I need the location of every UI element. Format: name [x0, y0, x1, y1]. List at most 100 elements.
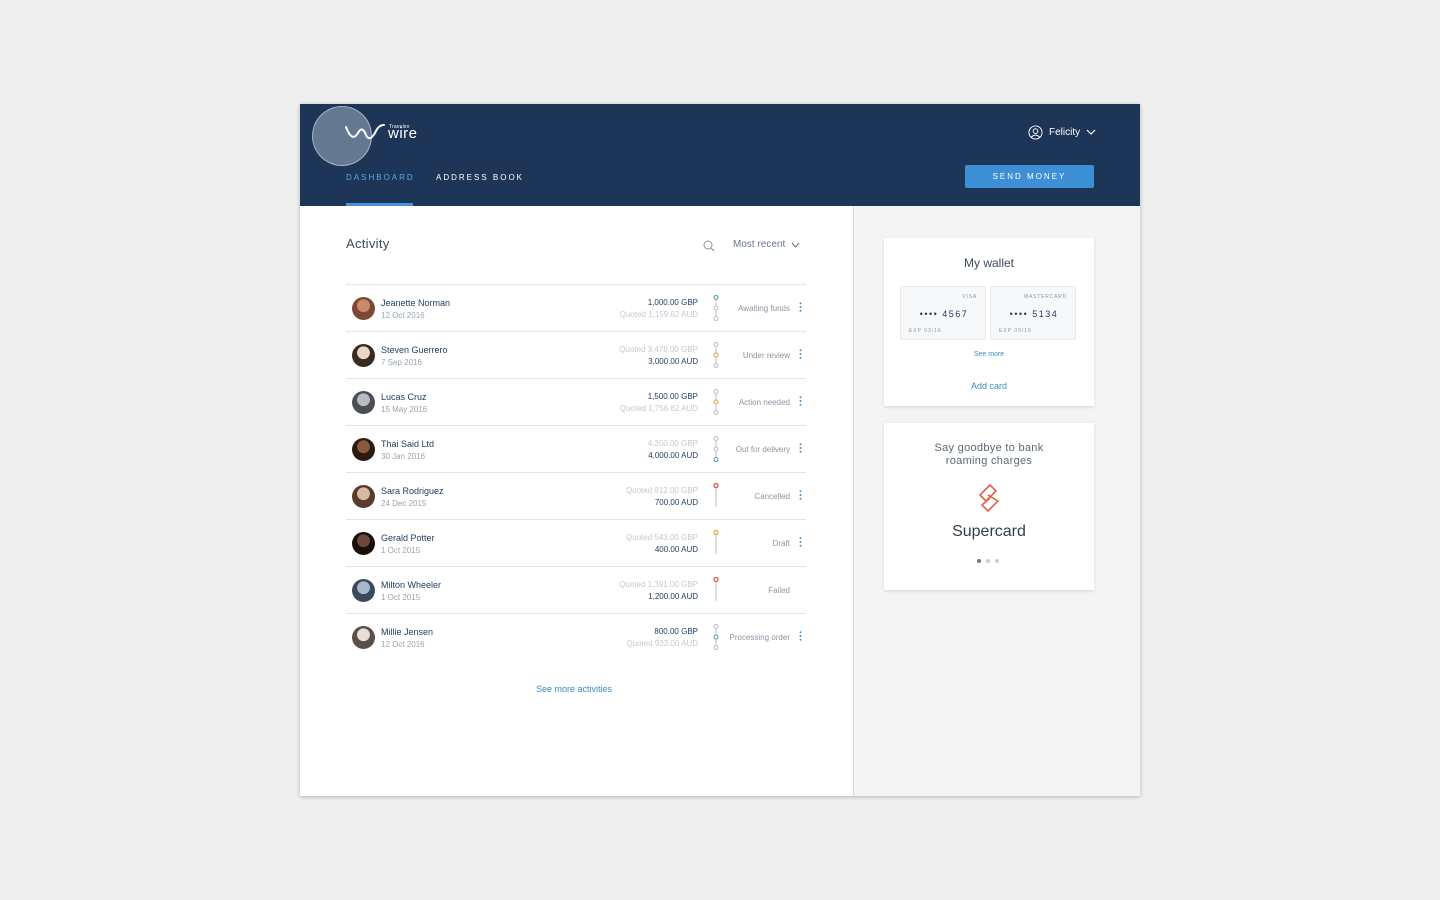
chevron-down-icon [791, 242, 800, 248]
send-money-button[interactable]: SEND MONEY [965, 165, 1094, 188]
activity-row[interactable]: Sara Rodriguez 24 Dec 2015 Quoted 812.00 G… [346, 472, 806, 519]
transfer-date: 7 Sep 2016 [381, 358, 422, 367]
amount-secondary: 700.00 AUD [654, 498, 698, 507]
transfer-date: 12 Oct 2016 [381, 640, 425, 649]
status-label: Failed [768, 586, 790, 595]
avatar [352, 297, 375, 320]
active-tab-indicator [346, 203, 413, 206]
carousel-dots [977, 559, 999, 563]
status-label: Draft [772, 539, 790, 548]
recipient-name: Sara Rodriguez [381, 486, 444, 496]
tab-dashboard[interactable]: DASHBOARD [346, 173, 415, 182]
activity-row[interactable]: Steven Guerrero 7 Sep 2016 Quoted 3,478.00… [346, 331, 806, 378]
sort-label: Most recent [733, 239, 786, 250]
more-options-icon[interactable] [799, 349, 802, 359]
brand-name: wire [388, 125, 418, 142]
amount-primary: Quoted 1,391.00 GBP [619, 580, 698, 589]
amount-secondary: Quoted 933.00 AUD [626, 639, 698, 648]
amount-secondary: Quoted 1,159.62 AUD [619, 310, 698, 319]
avatar [352, 391, 375, 414]
amount-secondary: 4,000.00 AUD [648, 451, 698, 460]
recipient-name: Steven Guerrero [381, 345, 448, 355]
amount-secondary: 1,200.00 AUD [648, 592, 698, 601]
wallet-card: My wallet VISA •••• 4567 EXP 03/16 MASTE… [884, 238, 1094, 406]
progress-tracker-icon [713, 342, 719, 368]
amount-secondary: 400.00 AUD [654, 545, 698, 554]
amount-secondary: Quoted 1,756.62 AUD [619, 404, 698, 413]
user-menu[interactable]: Felicity [1028, 124, 1096, 140]
more-options-icon[interactable] [799, 302, 802, 312]
status-label: Under review [742, 351, 790, 360]
transfer-date: 1 Oct 2015 [381, 546, 421, 555]
progress-tracker-icon [713, 389, 719, 415]
add-card-link[interactable]: Add card [884, 381, 1094, 391]
more-options-icon[interactable] [799, 443, 802, 453]
progress-tracker-icon [713, 530, 719, 554]
tab-address-book[interactable]: ADDRESS BOOK [436, 173, 524, 182]
avatar [352, 438, 375, 461]
sort-dropdown[interactable]: Most recent [733, 239, 800, 250]
payment-card-visa[interactable]: VISA •••• 4567 EXP 03/16 [900, 286, 986, 340]
recipient-name: Gerald Potter [381, 533, 435, 543]
amount-primary: Quoted 543.00 GBP [625, 533, 698, 542]
more-options-icon[interactable] [799, 631, 802, 641]
transfer-date: 12 Oct 2016 [381, 311, 425, 320]
transfer-date: 15 May 2016 [381, 405, 428, 414]
activity-row[interactable]: Thai Said Ltd 30 Jan 2016 4,350.00 GBP 4,00… [346, 425, 806, 472]
transfer-date: 24 Dec 2015 [381, 499, 427, 508]
avatar [352, 344, 375, 367]
card-number: •••• 5134 [1009, 309, 1059, 319]
recipient-name: Millie Jensen [381, 627, 434, 637]
top-header: Travelex wire Felicity DASHBOARD ADDRESS… [300, 104, 1140, 206]
status-label: Action needed [738, 398, 790, 407]
avatar [352, 579, 375, 602]
amount-primary: 1,500.00 GBP [647, 392, 698, 401]
card-number: •••• 4567 [919, 309, 969, 319]
activity-title: Activity [346, 236, 390, 251]
activity-row[interactable]: Milton Wheeler 1 Oct 2015 Quoted 1,391.00 … [346, 566, 806, 613]
search-icon[interactable] [703, 240, 715, 252]
progress-tracker-icon [713, 577, 719, 601]
status-label: Processing order [729, 633, 790, 642]
more-options-icon[interactable] [799, 490, 802, 500]
see-more-cards-link[interactable]: See more [884, 351, 1094, 358]
supercard-logo-icon [979, 484, 999, 512]
carousel-dot[interactable] [986, 559, 990, 563]
card-brand: MASTERCARD [1023, 294, 1067, 300]
promo-text: Say goodbye to bank roaming charges [934, 442, 1044, 467]
transfer-date: 30 Jan 2016 [381, 452, 426, 461]
status-label: Out for delivery [735, 445, 790, 454]
progress-tracker-icon [713, 624, 719, 650]
promo-card[interactable]: Say goodbye to bank roaming charges Supe… [884, 423, 1094, 590]
more-options-icon[interactable] [799, 537, 802, 547]
activity-row[interactable]: Lucas Cruz 15 May 2016 1,500.00 GBP Quoted … [346, 378, 806, 425]
activity-row[interactable]: Millie Jensen 12 Oct 2016 800.00 GBP Quoted… [346, 613, 806, 660]
amount-primary: 4,350.00 GBP [647, 439, 698, 448]
avatar [352, 532, 375, 555]
activity-row[interactable]: Jeanette Norman 12 Oct 2016 1,000.00 GBP Qu… [346, 284, 806, 331]
transfer-date: 1 Oct 2015 [381, 593, 421, 602]
more-options-icon[interactable] [799, 396, 802, 406]
see-more-activities-link[interactable]: See more activities [536, 684, 612, 694]
amount-primary: Quoted 3,478.00 GBP [619, 345, 698, 354]
status-label: Awaiting funds [738, 304, 790, 313]
user-name: Felicity [1049, 126, 1081, 138]
payment-card-mastercard[interactable]: MASTERCARD •••• 5134 EXP 09/16 [990, 286, 1076, 340]
card-expiry: EXP 09/16 [999, 328, 1032, 334]
carousel-dot[interactable] [977, 559, 981, 563]
progress-tracker-icon [713, 483, 719, 507]
chevron-down-icon [1086, 129, 1096, 135]
card-expiry: EXP 03/16 [909, 328, 942, 334]
recipient-name: Jeanette Norman [381, 298, 451, 308]
app-window: Travelex wire Felicity DASHBOARD ADDRESS… [300, 104, 1140, 796]
activity-list: Jeanette Norman 12 Oct 2016 1,000.00 GBP Qu… [346, 284, 806, 660]
wire-logo-icon [345, 124, 385, 140]
amount-secondary: 3,000.00 AUD [648, 357, 698, 366]
user-icon [1028, 124, 1043, 140]
carousel-dot[interactable] [995, 559, 999, 563]
amount-primary: Quoted 812.00 GBP [625, 486, 698, 495]
avatar [352, 485, 375, 508]
activity-row[interactable]: Gerald Potter 1 Oct 2015 Quoted 543.00 GBP… [346, 519, 806, 566]
recipient-name: Thai Said Ltd [381, 439, 435, 449]
amount-primary: 800.00 GBP [654, 627, 698, 636]
